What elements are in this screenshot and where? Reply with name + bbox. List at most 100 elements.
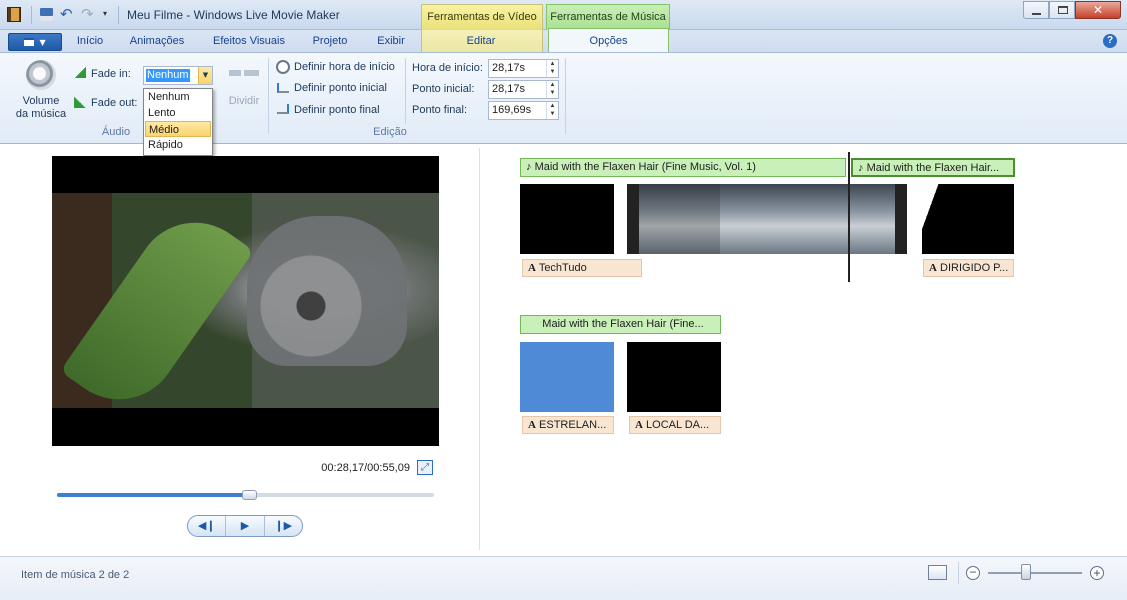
- video-preview[interactable]: [52, 156, 439, 446]
- close-button[interactable]: ✕: [1075, 1, 1121, 19]
- music-note-icon: ♪: [526, 161, 532, 173]
- qat-separator: [31, 6, 32, 24]
- clip-black-2[interactable]: [922, 184, 1014, 254]
- speaker-icon: [26, 60, 56, 90]
- context-tab-music-tools: Ferramentas de Música: [546, 4, 670, 30]
- text-caption-icon: A: [528, 419, 536, 431]
- fade-in-icon: [74, 67, 86, 78]
- text-caption-icon: A: [528, 262, 536, 274]
- tab-opcoes[interactable]: Opções: [548, 28, 669, 53]
- zoom-slider-track[interactable]: [988, 572, 1082, 574]
- start-point-value: 28,17s: [492, 83, 526, 95]
- music-item-1[interactable]: ♪ Maid with the Flaxen Hair (Fine Music,…: [520, 158, 846, 177]
- app-icon[interactable]: [7, 7, 21, 22]
- caption-item-1[interactable]: A TechTudo: [522, 259, 642, 277]
- qat-separator-2: [118, 6, 119, 24]
- redo-icon[interactable]: ↷: [81, 5, 94, 23]
- text-caption-icon: A: [635, 419, 643, 431]
- fullscreen-icon[interactable]: ⤢: [417, 460, 433, 475]
- spin-arrows-icon[interactable]: ▲ ▼: [546, 60, 558, 77]
- zoom-in-icon[interactable]: +: [1090, 566, 1104, 580]
- tab-animacoes[interactable]: Animações: [123, 30, 191, 52]
- timecode: 00:28,17/00:55,09: [321, 462, 410, 474]
- maximize-icon: [1058, 6, 1068, 14]
- playback-controls: ◀❙ ▶ ❙▶: [187, 515, 303, 537]
- volume-label: Volume: [22, 95, 60, 107]
- play-icon: ▶: [240, 520, 250, 532]
- close-icon: ✕: [1092, 3, 1104, 17]
- set-start-time-button[interactable]: Definir hora de início: [294, 61, 395, 73]
- caption-item-4[interactable]: A LOCAL DA...: [629, 416, 721, 434]
- start-point-input[interactable]: 28,17s ▲ ▼: [488, 80, 559, 99]
- start-time-label: Hora de início:: [412, 62, 483, 74]
- maximize-button[interactable]: [1049, 1, 1075, 19]
- file-menu-button[interactable]: ▼: [8, 33, 62, 51]
- playhead[interactable]: [848, 152, 850, 282]
- minimize-button[interactable]: [1023, 1, 1049, 19]
- chevron-down-icon[interactable]: ▼: [198, 67, 212, 84]
- volume-label-2: da música: [15, 108, 67, 120]
- seek-bar-thumb[interactable]: [242, 490, 257, 500]
- split-button[interactable]: Dividir: [222, 95, 266, 107]
- dropdown-option-lento[interactable]: Lento: [145, 105, 211, 121]
- music-item-3-label: Maid with the Flaxen Hair (Fine...: [542, 318, 704, 330]
- clip-blue[interactable]: [520, 342, 614, 412]
- dropdown-option-rapido[interactable]: Rápido: [145, 137, 211, 153]
- music-item-2[interactable]: ♪ Maid with the Flaxen Hair...: [851, 158, 1015, 177]
- seek-bar-fill: [57, 493, 248, 497]
- tab-exibir[interactable]: Exibir: [367, 30, 415, 52]
- end-point-value: 169,69s: [492, 104, 532, 116]
- edit-group-label: Edição: [373, 126, 407, 138]
- audio-group-label: Áudio: [101, 126, 131, 138]
- save-icon[interactable]: [40, 8, 53, 21]
- chevron-down-icon: ▼: [39, 38, 46, 47]
- previous-frame-icon: ◀❙: [197, 520, 216, 532]
- dropdown-option-medio[interactable]: Médio: [145, 121, 211, 137]
- spin-arrows-icon[interactable]: ▲ ▼: [546, 81, 558, 98]
- fade-in-label: Fade in:: [91, 68, 131, 80]
- undo-icon[interactable]: ↶: [60, 5, 73, 23]
- play-button[interactable]: ▶: [226, 516, 265, 536]
- fade-out-label: Fade out:: [91, 97, 138, 109]
- end-point-label: Ponto final:: [412, 104, 468, 116]
- start-time-input[interactable]: 28,17s ▲ ▼: [488, 59, 559, 78]
- music-item-3[interactable]: Maid with the Flaxen Hair (Fine...: [520, 315, 721, 334]
- set-end-point-button[interactable]: Definir ponto final: [294, 104, 380, 116]
- clip-black-1[interactable]: [520, 184, 614, 254]
- tab-efeitos-visuais[interactable]: Efeitos Visuais: [205, 30, 293, 52]
- clock-icon: [276, 60, 290, 74]
- caption-item-1-label: TechTudo: [538, 262, 587, 274]
- file-menu-icon: [24, 38, 35, 46]
- status-separator: [958, 562, 959, 584]
- context-tab-video-tools: Ferramentas de Vídeo: [421, 4, 543, 30]
- clip-video-selected-overlay: [639, 184, 720, 254]
- help-icon[interactable]: ?: [1103, 34, 1117, 48]
- fade-out-icon: [74, 97, 86, 108]
- spin-arrows-icon[interactable]: ▲ ▼: [546, 102, 558, 119]
- caption-item-2-label: DIRIGIDO P...: [940, 262, 1009, 274]
- caption-item-3[interactable]: A ESTRELAN...: [522, 416, 614, 434]
- thumbnail-size-icon[interactable]: [928, 565, 947, 580]
- text-caption-icon: A: [929, 262, 937, 274]
- ribbon-separator: [268, 58, 269, 134]
- next-frame-button[interactable]: ❙▶: [265, 516, 302, 536]
- koala-image: [247, 216, 407, 366]
- tab-editar[interactable]: Editar: [448, 30, 514, 52]
- set-start-point-button[interactable]: Definir ponto inicial: [294, 82, 387, 94]
- fade-in-select[interactable]: Nenhum ▼: [143, 66, 213, 85]
- caption-item-4-label: LOCAL DA...: [646, 419, 710, 431]
- clip-black-3[interactable]: [627, 342, 721, 412]
- volume-button[interactable]: Volume da música: [12, 58, 70, 124]
- ribbon-separator-3: [565, 58, 566, 134]
- end-point-input[interactable]: 169,69s ▲ ▼: [488, 101, 559, 120]
- dropdown-option-nenhum[interactable]: Nenhum: [145, 89, 211, 105]
- zoom-out-icon[interactable]: −: [966, 566, 980, 580]
- qat-customize-icon[interactable]: ▾: [103, 9, 107, 18]
- caption-item-2[interactable]: A DIRIGIDO P...: [923, 259, 1014, 277]
- set-start-point-icon: [277, 83, 289, 93]
- music-item-2-label: Maid with the Flaxen Hair...: [866, 162, 1000, 174]
- previous-frame-button[interactable]: ◀❙: [188, 516, 227, 536]
- tab-inicio[interactable]: Início: [70, 30, 110, 52]
- tab-projeto[interactable]: Projeto: [304, 30, 356, 52]
- zoom-slider-thumb[interactable]: [1021, 564, 1031, 580]
